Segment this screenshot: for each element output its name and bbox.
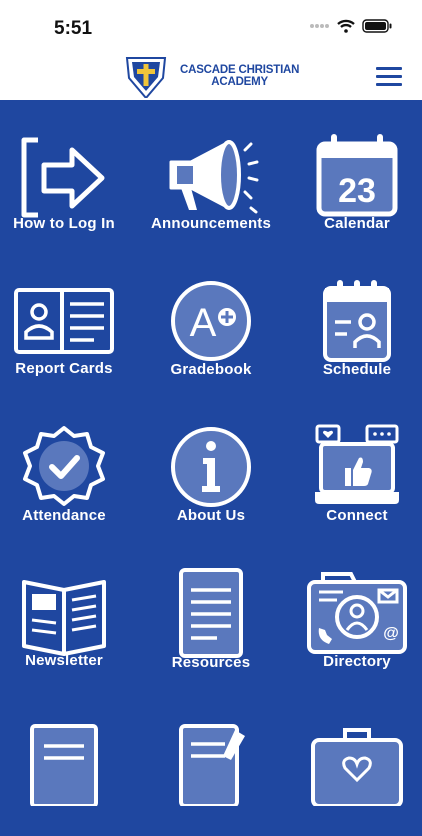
tile-label: Announcements <box>150 215 272 232</box>
school-name-line1: CASCADE CHRISTIAN <box>180 64 300 76</box>
signal-icon <box>310 24 329 28</box>
calendar-day-number: 23 <box>338 172 376 210</box>
tile-about-us[interactable]: About Us <box>141 402 281 542</box>
tile-label: Directory <box>323 653 391 670</box>
tile-partial-certificate[interactable] <box>0 696 134 836</box>
school-name: CASCADE CHRISTIAN ACADEMY <box>180 64 299 88</box>
checkmark-badge-icon <box>23 426 105 506</box>
document-tablet-icon <box>179 568 243 658</box>
tile-label: Calendar <box>324 215 390 232</box>
tile-connect[interactable]: Connect <box>287 402 422 542</box>
app-header: CASCADE CHRISTIAN ACADEMY <box>0 50 422 100</box>
tile-label: How to Log In <box>13 215 115 232</box>
tile-partial-health[interactable] <box>287 696 422 836</box>
tile-label: Newsletter <box>25 652 103 669</box>
tile-how-to-log-in[interactable]: How to Log In <box>0 110 134 250</box>
school-name-line2: ACADEMY <box>211 76 269 88</box>
info-icon <box>171 427 251 507</box>
notepad-pencil-icon <box>179 724 245 806</box>
hamburger-menu-icon[interactable] <box>376 67 402 87</box>
gradebook-icon: A <box>171 281 251 361</box>
school-crest-icon <box>125 57 167 98</box>
certificate-icon <box>30 724 98 806</box>
tile-partial-notepad[interactable] <box>141 696 281 836</box>
login-arrow-icon <box>21 137 105 218</box>
tile-newsletter[interactable]: Newsletter <box>0 548 134 688</box>
tile-label: Gradebook <box>170 361 252 378</box>
wifi-icon <box>337 19 355 33</box>
megaphone-icon <box>169 140 259 214</box>
calendar-icon: 23 <box>316 134 398 217</box>
first-aid-kit-icon <box>311 728 403 806</box>
tile-announcements[interactable]: Announcements <box>141 110 281 250</box>
tile-label: Schedule <box>322 361 392 378</box>
grade-letter: A <box>190 301 217 345</box>
tile-directory[interactable]: @ Directory <box>287 548 422 688</box>
status-icons <box>310 19 392 33</box>
status-time: 5:51 <box>54 18 93 39</box>
schedule-icon <box>323 280 391 362</box>
tile-label: Resources <box>171 654 251 671</box>
tile-label: Attendance <box>22 507 106 524</box>
tile-resources[interactable]: Resources <box>141 548 281 688</box>
tile-label: Connect <box>326 507 388 524</box>
battery-icon <box>362 19 392 33</box>
feature-grid: How to Log In Announcements 23 Calendar <box>0 100 422 806</box>
status-bar: 5:51 <box>0 0 422 50</box>
contact-directory-icon: @ <box>307 572 407 654</box>
tile-label: Report Cards <box>15 360 113 377</box>
tile-calendar[interactable]: 23 Calendar <box>287 110 422 250</box>
tile-schedule[interactable]: Schedule <box>287 256 422 396</box>
social-connect-icon <box>315 424 399 504</box>
at-sign-icon: @ <box>383 625 399 642</box>
newsletter-icon <box>22 580 106 656</box>
report-card-icon <box>14 288 114 354</box>
tile-gradebook[interactable]: A Gradebook <box>141 256 281 396</box>
tile-label: About Us <box>176 507 246 524</box>
tile-attendance[interactable]: Attendance <box>0 402 134 542</box>
tile-report-cards[interactable]: Report Cards <box>0 256 134 396</box>
